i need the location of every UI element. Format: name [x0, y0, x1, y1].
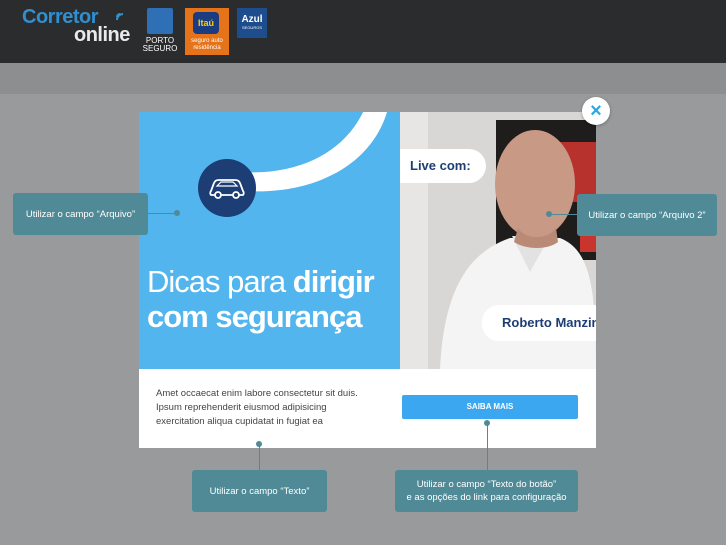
porto-seguro-logo[interactable]: PORTO SEGURO	[142, 8, 178, 56]
connector-dot	[174, 210, 180, 216]
callout-botao-text: Utilizar o campo “Texto do botão” e as o…	[406, 479, 567, 503]
banner-right-panel: Live com: Roberto Manzini	[400, 112, 596, 369]
logo-text-online: online	[74, 24, 130, 46]
sub-navigation-bar	[0, 63, 726, 94]
saiba-mais-button[interactable]: SAIBA MAIS	[402, 395, 578, 419]
callout-arquivo: Utilizar o campo “Arquivo”	[13, 193, 148, 235]
modal-body-text: Amet occaecat enim labore consectetur si…	[156, 388, 358, 427]
corretor-online-logo[interactable]: Corretor online	[22, 6, 134, 46]
banner-headline: Dicas para dirigir com segurança	[147, 264, 375, 334]
car-circle	[198, 159, 256, 217]
top-header: Corretor online PORTO SEGURO Itaú seguro…	[0, 0, 726, 63]
itau-mark: Itaú	[193, 12, 219, 34]
callout-botao: Utilizar o campo “Texto do botão” e as o…	[395, 470, 578, 512]
banner-image: Dicas para dirigir com segurança Live co…	[139, 112, 596, 369]
modal-content: Amet occaecat enim labore consectetur si…	[139, 369, 596, 448]
connector-dot	[546, 211, 552, 217]
itau-logo[interactable]: Itaú seguro auto residência	[185, 8, 229, 55]
connector-arquivo-2	[549, 214, 577, 215]
live-label: Live com:	[410, 158, 471, 173]
car-icon	[209, 179, 245, 199]
close-icon: ×	[590, 100, 602, 122]
speaker-name: Roberto Manzini	[502, 315, 596, 330]
connector-dot	[256, 441, 262, 447]
connector-texto	[259, 444, 260, 470]
connector-arquivo	[148, 213, 177, 214]
azul-seguros-logo[interactable]: Azul SEGUROS	[237, 8, 267, 38]
itau-text: seguro auto residência	[191, 38, 223, 51]
callout-arquivo-2-text: Utilizar o campo “Arquivo 2”	[588, 209, 706, 221]
connector-botao	[487, 423, 488, 470]
porto-seguro-text: PORTO SEGURO	[142, 36, 178, 53]
wifi-icon	[116, 13, 124, 21]
speaker-name-pill: Roberto Manzini	[482, 305, 596, 341]
live-label-pill: Live com:	[400, 149, 486, 183]
porto-seguro-mark-icon	[147, 8, 173, 34]
azul-subtext: SEGUROS	[241, 25, 262, 30]
close-button[interactable]: ×	[582, 97, 610, 125]
callout-texto-text: Utilizar o campo “Texto”	[209, 485, 310, 497]
callout-texto: Utilizar o campo “Texto”	[192, 470, 327, 512]
callout-arquivo-2: Utilizar o campo “Arquivo 2”	[577, 194, 717, 236]
popup-modal: Dicas para dirigir com segurança Live co…	[139, 112, 596, 448]
callout-arquivo-text: Utilizar o campo “Arquivo”	[25, 208, 136, 220]
connector-dot	[484, 420, 490, 426]
banner-left-panel: Dicas para dirigir com segurança	[139, 112, 400, 369]
azul-text: Azul	[241, 14, 263, 25]
